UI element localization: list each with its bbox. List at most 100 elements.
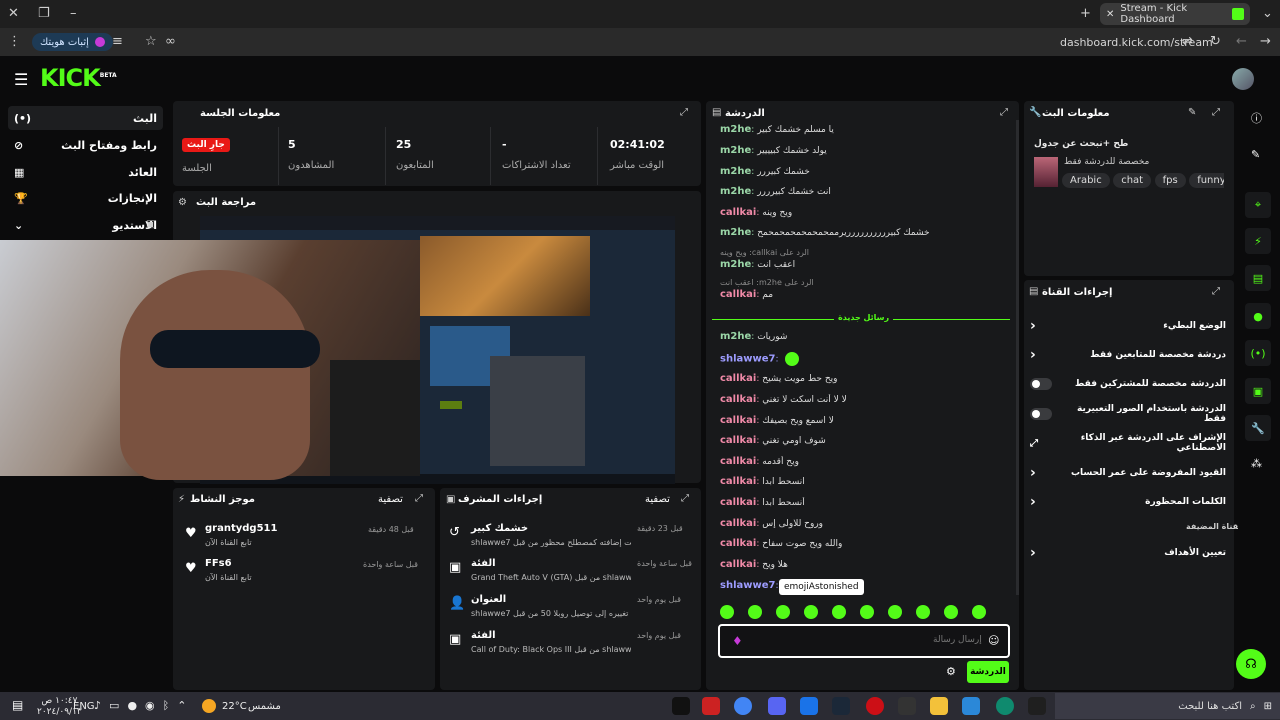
tag[interactable]: Arabic bbox=[1062, 173, 1110, 188]
chat-username[interactable]: callkai bbox=[720, 497, 756, 508]
chrome-icon[interactable] bbox=[734, 697, 752, 715]
verify-identity-button[interactable]: إثبات هويتك bbox=[32, 33, 113, 51]
info-icon[interactable]: ⓘ bbox=[1251, 110, 1262, 126]
chat-username[interactable]: callkai bbox=[720, 373, 756, 384]
forward-icon[interactable]: → bbox=[1260, 34, 1271, 49]
chat-username[interactable]: m2he bbox=[720, 331, 751, 342]
new-tab-icon[interactable]: + bbox=[1080, 6, 1091, 21]
emoji-icon[interactable] bbox=[776, 605, 790, 619]
reading-list-icon[interactable]: ≡ bbox=[112, 34, 123, 49]
minimize-window-icon[interactable]: – bbox=[70, 6, 77, 21]
preview-settings-icon[interactable]: ⚙ bbox=[178, 197, 187, 208]
chat-message[interactable]: callkai: هلا ويح bbox=[720, 559, 1010, 570]
chat-username[interactable]: callkai bbox=[720, 518, 756, 529]
chat-username[interactable]: callkai bbox=[720, 559, 756, 570]
chat-username[interactable]: callkai bbox=[720, 435, 756, 446]
tab-list-icon[interactable]: ⌄ bbox=[1262, 6, 1273, 21]
account-age-row[interactable]: القيود المفروضة على عمر الحساب › bbox=[1030, 462, 1226, 484]
chat-input[interactable]: ♦ إرسال رسالة ☺ bbox=[718, 624, 1010, 658]
chat-message[interactable]: callkai: لا اسمع ويح بصيفك bbox=[720, 415, 1010, 426]
nav-item-live[interactable]: (•) البث bbox=[8, 106, 163, 130]
volume-icon[interactable]: ♪ bbox=[94, 699, 101, 712]
hamburger-menu-icon[interactable]: ☰ bbox=[14, 70, 28, 89]
chat-scrollbar[interactable] bbox=[1016, 120, 1019, 595]
taskbar-search[interactable]: اكتب هنا للبحث ⌕ ⊞ bbox=[1055, 693, 1280, 719]
language-indicator[interactable]: ENG bbox=[73, 701, 95, 712]
discord-icon[interactable] bbox=[768, 697, 786, 715]
steam-icon[interactable] bbox=[832, 697, 850, 715]
chat-username[interactable]: m2he bbox=[720, 145, 751, 156]
network-icon[interactable]: ▭ bbox=[109, 699, 119, 712]
chat-username[interactable]: m2he bbox=[720, 227, 751, 238]
ai-moderation-row[interactable]: الإشراف على الدردشة عبر الذكاء الاصطناعي… bbox=[1030, 432, 1226, 454]
popout-icon[interactable]: ⤢ bbox=[680, 107, 688, 118]
weather-desc[interactable]: مشمس bbox=[248, 701, 281, 712]
tag[interactable]: chat bbox=[1113, 173, 1152, 188]
popout-icon[interactable]: ⤢ bbox=[1212, 107, 1220, 118]
record-icon[interactable]: ◉ bbox=[145, 699, 155, 712]
notifications-icon[interactable]: ▤ bbox=[12, 698, 23, 712]
mod-filter-button[interactable]: تصفية bbox=[645, 494, 670, 505]
chat-message[interactable]: callkai: لا لا أنت اسكت لا تغني bbox=[720, 394, 1010, 405]
chat-message[interactable]: callkai: انسحط ابدا bbox=[720, 476, 1010, 487]
chat-message[interactable]: callkai: مم bbox=[720, 289, 1010, 300]
site-settings-icon[interactable]: ⇌ bbox=[1182, 34, 1193, 49]
app-icon[interactable] bbox=[898, 697, 916, 715]
emotes-only-toggle[interactable] bbox=[1030, 408, 1052, 420]
chat-username[interactable]: callkai bbox=[720, 456, 756, 467]
chat-username[interactable]: shlawwe7 bbox=[720, 580, 775, 591]
nav-item-studio[interactable]: ⌄ الاستديو bbox=[8, 213, 163, 237]
chat-message[interactable]: callkai: شوف اومي تغني bbox=[720, 435, 1010, 446]
epic-games-icon[interactable] bbox=[672, 697, 690, 715]
nav-item-achievements[interactable]: 🏆 الإنجازات bbox=[8, 186, 163, 210]
chat-message[interactable]: m2he: خشمك كبيرررررررررريرممحمحمحمحمحمحم… bbox=[720, 227, 1010, 238]
rail-target-button[interactable]: ⌖ bbox=[1245, 192, 1271, 218]
chat-message[interactable]: m2he: شوريات bbox=[720, 331, 1010, 342]
chat-username[interactable]: m2he bbox=[720, 186, 751, 197]
chat-message[interactable]: shlawwe7: bbox=[720, 352, 1010, 366]
rail-chat-button[interactable]: ● bbox=[1245, 303, 1271, 329]
chat-username[interactable]: callkai bbox=[720, 476, 756, 487]
glasses-icon[interactable]: ∞ bbox=[165, 34, 176, 49]
store-icon[interactable] bbox=[962, 697, 980, 715]
popout-icon[interactable]: ⤢ bbox=[415, 493, 423, 504]
edge-icon[interactable] bbox=[996, 697, 1014, 715]
file-explorer-icon[interactable] bbox=[930, 697, 948, 715]
popout-icon[interactable]: ⤢ bbox=[681, 493, 689, 504]
emoji-icon[interactable] bbox=[748, 605, 762, 619]
help-button[interactable]: ☊ bbox=[1236, 649, 1266, 679]
more-apps-icon[interactable]: ⁂ bbox=[1251, 457, 1262, 470]
chat-username[interactable]: callkai bbox=[720, 394, 756, 405]
subscribers-only-toggle[interactable] bbox=[1030, 378, 1052, 390]
slow-mode-row[interactable]: الوضع البطيء › bbox=[1030, 315, 1226, 337]
emoji-icon[interactable] bbox=[888, 605, 902, 619]
menu-dots-icon[interactable]: ⋮ bbox=[8, 34, 21, 49]
nav-item-revenue[interactable]: ▦ العائد bbox=[8, 160, 163, 184]
popout-icon[interactable]: ⤢ bbox=[1212, 286, 1220, 297]
bluetooth-icon[interactable]: ᛒ bbox=[163, 699, 170, 712]
close-tab-icon[interactable]: ✕ bbox=[1106, 9, 1114, 20]
microphone-icon[interactable]: ● bbox=[127, 699, 137, 712]
nav-item-stream-key[interactable]: ⊘ رابط ومفتاح البث bbox=[8, 133, 163, 157]
rail-notes-button[interactable]: ▤ bbox=[1245, 265, 1271, 291]
reload-icon[interactable]: ↻ bbox=[1210, 34, 1221, 49]
emoji-icon[interactable] bbox=[944, 605, 958, 619]
avatar[interactable] bbox=[1232, 68, 1254, 90]
studio-window-icon[interactable]: ▣ bbox=[146, 219, 155, 230]
chat-message[interactable]: callkai: والله ويح صوت سفاح bbox=[720, 538, 1010, 549]
chat-message[interactable]: shlawwe7: bbox=[720, 580, 1010, 591]
send-chat-button[interactable]: الدردشة bbox=[967, 661, 1009, 683]
close-window-icon[interactable]: ✕ bbox=[8, 6, 19, 21]
chat-username[interactable]: callkai bbox=[720, 289, 756, 300]
chat-username[interactable]: m2he bbox=[720, 124, 751, 135]
weather-temp[interactable]: 22°C bbox=[222, 701, 247, 712]
rail-broadcast-button[interactable]: (•) bbox=[1245, 340, 1271, 366]
tag[interactable]: funny bbox=[1189, 173, 1224, 188]
opera-icon[interactable] bbox=[866, 697, 884, 715]
chat-message[interactable]: m2he: خشمك كبيررر bbox=[720, 166, 1010, 177]
kick-logo[interactable]: KICKBETA bbox=[40, 64, 117, 92]
edit-pencil-icon[interactable]: ✎ bbox=[1188, 107, 1196, 118]
chat-username[interactable]: shlawwe7 bbox=[720, 354, 775, 365]
chat-message[interactable]: m2he: يولد خشمك كبيييير bbox=[720, 145, 1010, 156]
task-view-icon[interactable] bbox=[1028, 697, 1046, 715]
